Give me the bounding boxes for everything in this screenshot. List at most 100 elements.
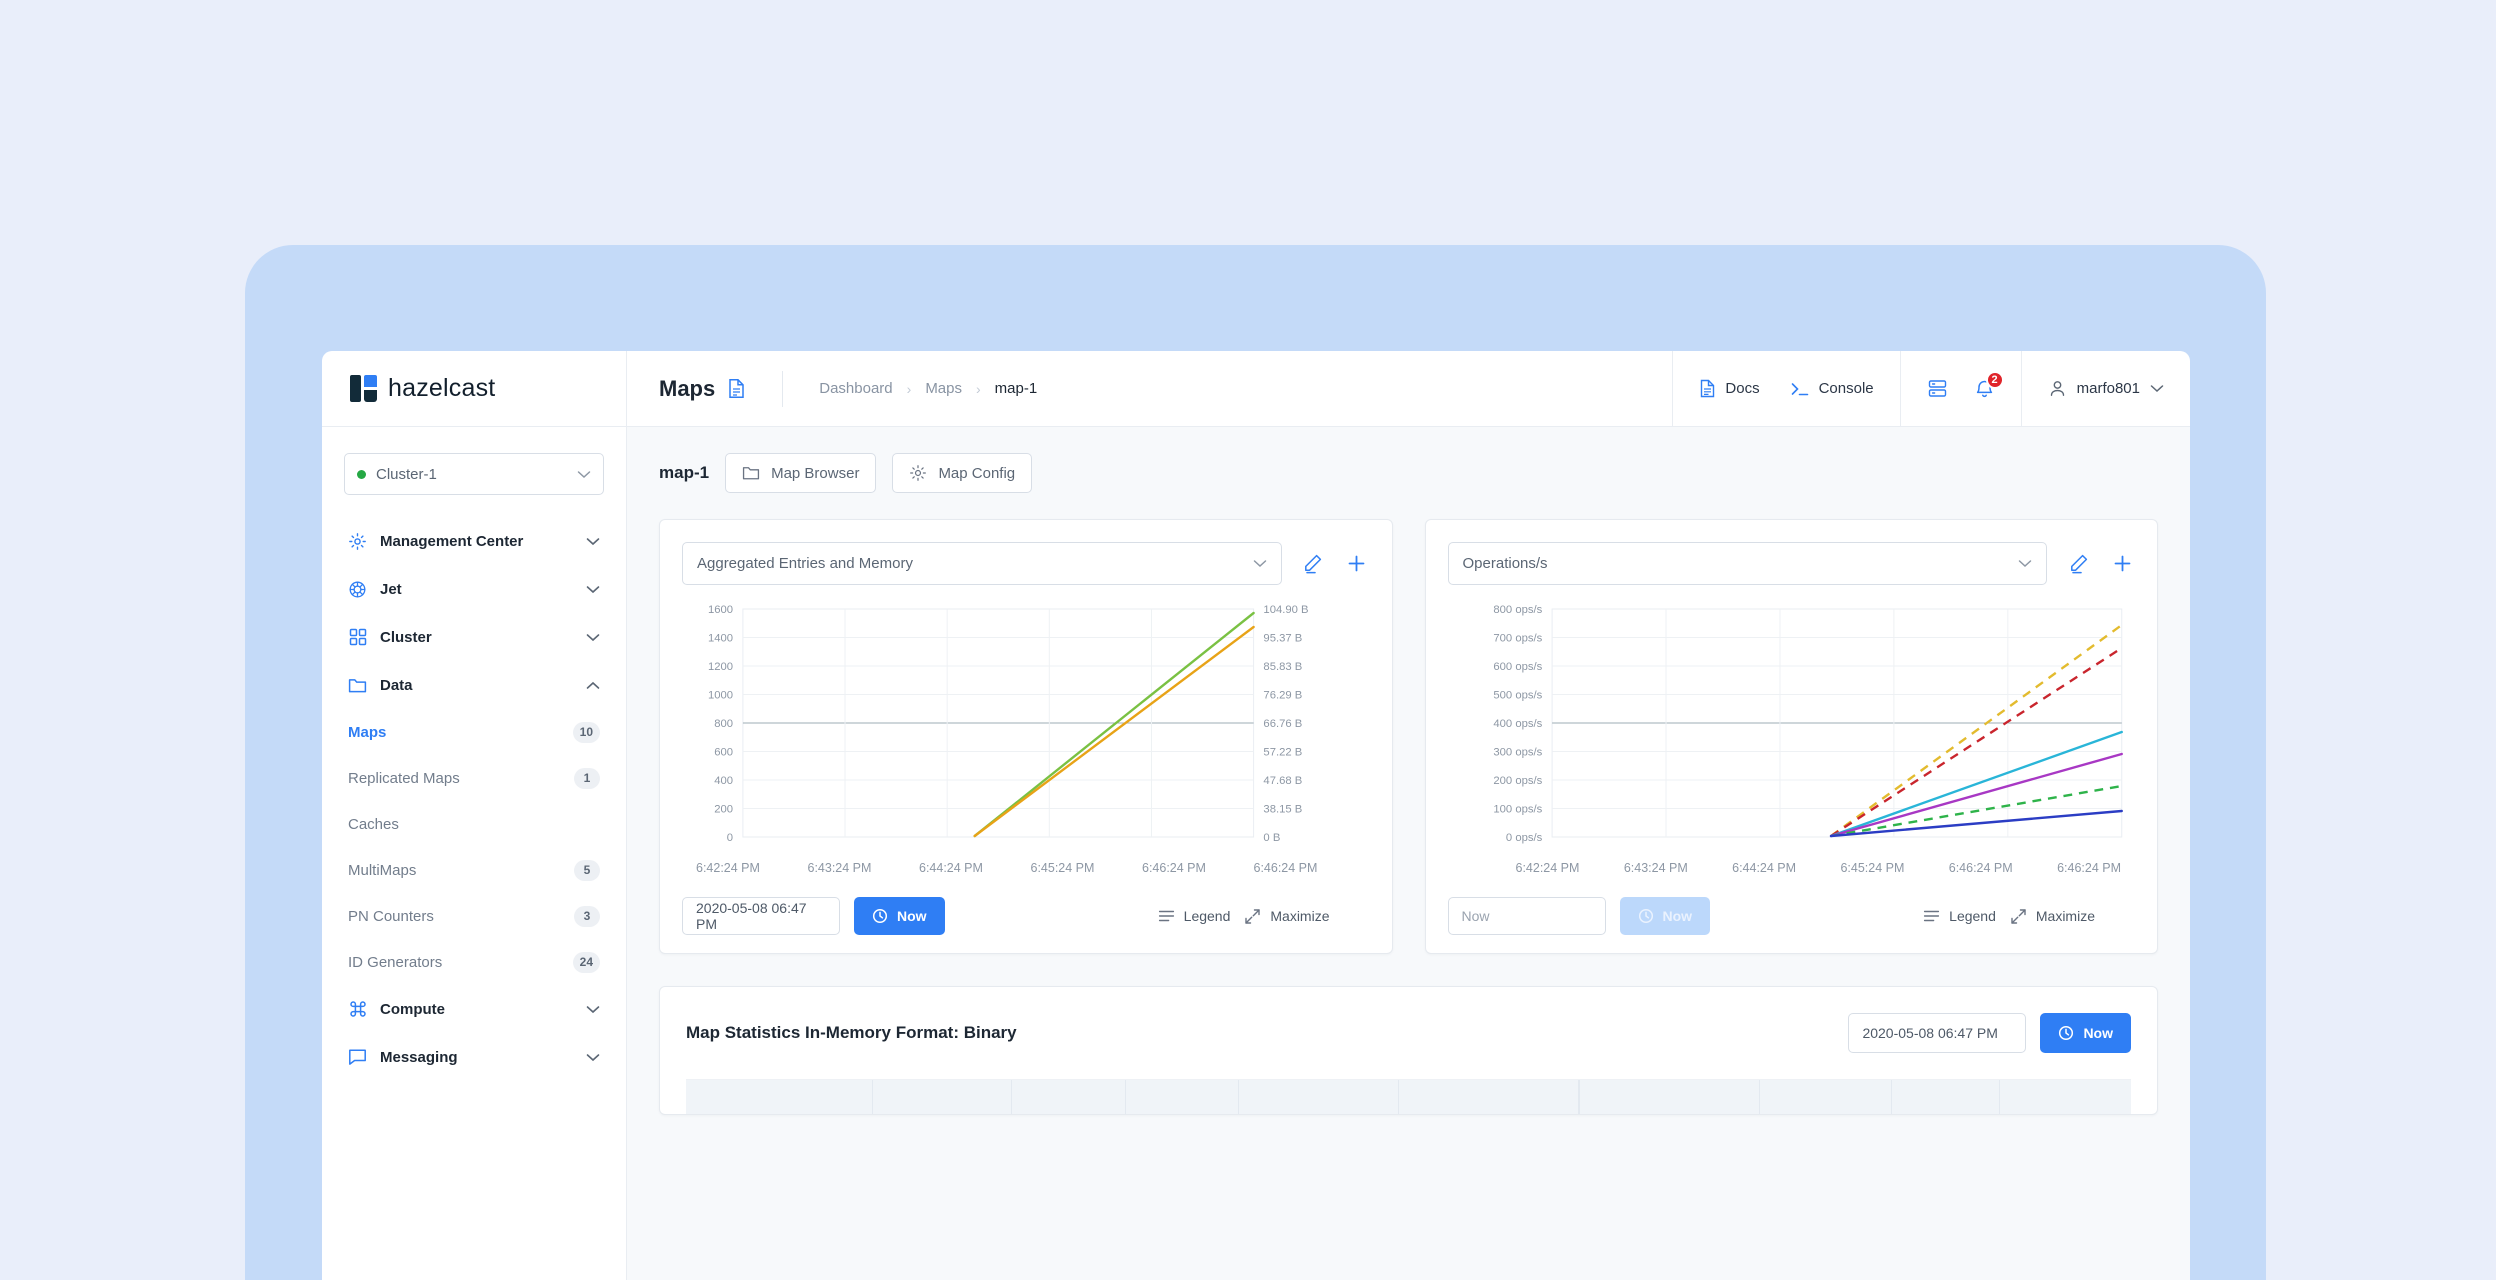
chevron-down-icon [586, 585, 600, 594]
plus-icon[interactable] [1344, 551, 1370, 577]
terminal-icon [1790, 380, 1810, 398]
sidebar-item-label: Cluster [380, 628, 432, 646]
svg-text:800: 800 [714, 718, 733, 730]
brand-name: hazelcast [388, 374, 496, 402]
sidebar-item-label: Caches [348, 815, 399, 833]
breadcrumb-item-map-1: map-1 [994, 380, 1038, 397]
sidebar-item-maps[interactable]: Maps 10 [344, 709, 604, 755]
docs-label: Docs [1725, 380, 1760, 397]
map-name-title: map-1 [659, 463, 710, 482]
legend-toggle[interactable]: Legend [1158, 908, 1230, 924]
user-menu[interactable]: marfo801 [2020, 351, 2190, 426]
now-button[interactable]: Now [2040, 1013, 2131, 1053]
cluster-name: Cluster-1 [376, 465, 437, 483]
svg-text:500 ops/s: 500 ops/s [1493, 689, 1542, 701]
sidebar-item-label: Messaging [380, 1048, 458, 1066]
docs-link[interactable]: Docs [1699, 379, 1760, 398]
metric-select[interactable]: Aggregated Entries and Memory [682, 542, 1282, 585]
chevron-right-icon: › [906, 380, 912, 397]
body: Cluster-1 Management Center Jet Cluster … [322, 427, 2190, 1280]
divider [782, 370, 784, 407]
sidebar-item-management-center[interactable]: Management Center [344, 517, 604, 565]
chevron-up-icon [586, 681, 600, 690]
sidebar: Cluster-1 Management Center Jet Cluster … [322, 427, 627, 1280]
now-button[interactable]: Now [1619, 897, 1711, 935]
gear-icon [348, 532, 367, 551]
chevron-down-icon [2018, 559, 2032, 568]
notifications-button[interactable]: 2 [1974, 370, 2004, 400]
svg-text:0 B: 0 B [1263, 832, 1280, 844]
table-column-header[interactable] [1239, 1080, 1399, 1114]
sidebar-item-multimaps[interactable]: MultiMaps 5 [344, 847, 604, 893]
brand-logo[interactable]: hazelcast [322, 351, 627, 426]
sidebar-item-label: ID Generators [348, 953, 443, 971]
chart-card-header: Aggregated Entries and Memory [682, 542, 1370, 585]
docs-icon [1699, 379, 1716, 398]
clock-icon [1638, 908, 1654, 924]
document-icon[interactable] [727, 378, 746, 399]
sidebar-item-cluster[interactable]: Cluster [344, 613, 604, 661]
table-column-header[interactable] [686, 1080, 873, 1114]
table-column-header[interactable] [1398, 1080, 1579, 1114]
svg-text:0: 0 [727, 832, 733, 844]
sidebar-item-compute[interactable]: Compute [344, 985, 604, 1033]
pencil-icon[interactable] [2065, 551, 2091, 577]
plus-icon[interactable] [2109, 551, 2135, 577]
now-button[interactable]: Now [854, 897, 945, 935]
svg-text:95.37 B: 95.37 B [1263, 632, 1302, 644]
maximize-button[interactable]: Maximize [1244, 908, 1330, 925]
svg-text:104.90 B: 104.90 B [1263, 605, 1308, 616]
folder-icon [742, 465, 760, 481]
table-column-header[interactable] [1011, 1080, 1126, 1114]
time-input[interactable]: 2020-05-08 06:47 PM [682, 897, 840, 935]
legend-toggle[interactable]: Legend [1923, 908, 1996, 924]
maximize-icon [1244, 908, 1261, 925]
x-tick-label: 6:45:24 PM [1840, 861, 1905, 875]
sidebar-item-replicated-maps[interactable]: Replicated Maps 1 [344, 755, 604, 801]
charts-row: Aggregated Entries and Memory 1600 1400 … [659, 519, 2158, 954]
chart-xaxis-operations: 6:42:24 PM 6:43:24 PM 6:44:24 PM 6:45:24… [1448, 861, 2136, 875]
svg-text:85.83 B: 85.83 B [1263, 661, 1302, 673]
map-config-button[interactable]: Map Config [892, 453, 1033, 493]
time-input[interactable]: Now [1447, 897, 1606, 935]
chevron-down-icon [1253, 559, 1267, 568]
chart-plot-aggregated: 1600 1400 1200 1000 800 600 400 200 0 104.90 B… [682, 605, 1370, 855]
sidebar-item-pn-counters[interactable]: PN Counters 3 [344, 893, 604, 939]
breadcrumb-item-maps[interactable]: Maps [925, 380, 962, 397]
table-column-header[interactable] [1891, 1080, 2001, 1114]
chart-card-aggregated-entries-and-memory: Aggregated Entries and Memory 1600 1400 … [659, 519, 1393, 954]
sidebar-item-jet[interactable]: Jet [344, 565, 604, 613]
metric-select[interactable]: Operations/s [1447, 542, 2047, 585]
sidebar-item-messaging[interactable]: Messaging [344, 1033, 604, 1081]
table-column-header[interactable] [2000, 1080, 2131, 1114]
time-input[interactable]: 2020-05-08 06:47 PM [1848, 1013, 2027, 1053]
table-column-header[interactable] [1579, 1080, 1760, 1114]
sidebar-item-id-generators[interactable]: ID Generators 24 [344, 939, 604, 985]
svg-text:1400: 1400 [708, 632, 733, 644]
now-label: Now [897, 908, 927, 924]
sidebar-item-data[interactable]: Data [344, 661, 604, 709]
sidebar-item-label: Management Center [380, 532, 524, 550]
cluster-selector[interactable]: Cluster-1 [344, 453, 604, 495]
console-link[interactable]: Console [1790, 380, 1874, 398]
server-icon[interactable] [1927, 378, 1948, 399]
table-column-header[interactable] [1759, 1080, 1892, 1114]
chat-icon [348, 1048, 367, 1067]
sidebar-item-caches[interactable]: Caches [344, 801, 604, 847]
sidebar-item-label: Data [380, 676, 413, 694]
map-statistics-panel: Map Statistics In-Memory Format: Binary … [659, 986, 2158, 1115]
legend-icon [1158, 909, 1175, 923]
top-bar-main: Maps Dashboard › Maps › map-1 [627, 351, 1672, 426]
maximize-button[interactable]: Maximize [2010, 908, 2095, 925]
breadcrumb-item-dashboard[interactable]: Dashboard [819, 380, 892, 397]
map-browser-button[interactable]: Map Browser [725, 453, 877, 493]
svg-text:400: 400 [714, 775, 733, 787]
table-column-header[interactable] [1125, 1080, 1240, 1114]
x-tick-label: 6:46:24 PM [1253, 861, 1318, 875]
chart-card-footer: Now Now Legend Maximize [1447, 897, 2136, 935]
notification-badge: 2 [1985, 370, 2004, 389]
legend-label: Legend [1949, 908, 1996, 924]
pencil-icon[interactable] [1300, 551, 1326, 577]
table-column-header[interactable] [872, 1080, 1012, 1114]
chart-xaxis-aggregated: 6:42:24 PM 6:43:24 PM 6:44:24 PM 6:45:24… [682, 861, 1370, 875]
